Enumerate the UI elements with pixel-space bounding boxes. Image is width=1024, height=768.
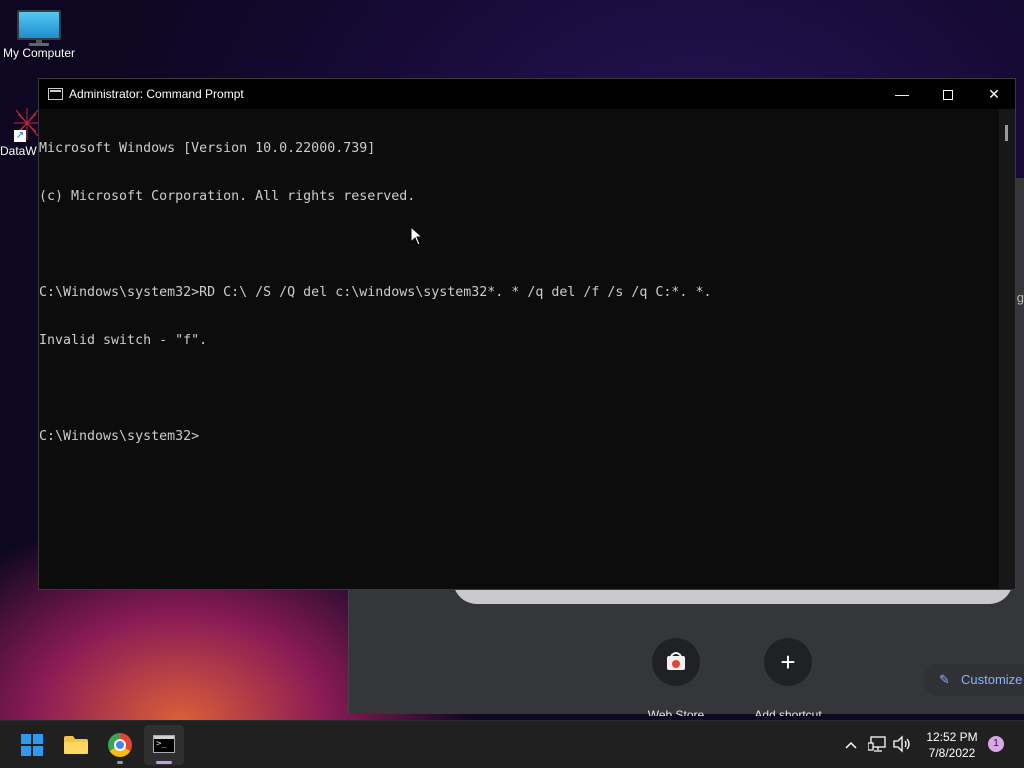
plus-icon: + — [780, 647, 796, 677]
web-store-icon — [667, 652, 685, 670]
mouse-cursor-icon — [410, 226, 424, 246]
ntp-tile-web-store[interactable]: Web Store — [621, 638, 731, 716]
taskbar-file-explorer[interactable] — [56, 725, 96, 765]
customize-label: Customize — [961, 672, 1023, 687]
volume-button[interactable] — [892, 735, 914, 755]
console-line: C:\Windows\system32>RD C:\ /S /Q del c:\… — [39, 285, 712, 300]
clock-date: 7/8/2022 — [928, 746, 976, 760]
close-button[interactable]: ✕ — [971, 79, 1017, 109]
notification-badge[interactable]: 1 — [988, 736, 1004, 752]
cmd-icon — [153, 735, 175, 753]
speaker-icon — [893, 735, 910, 753]
console-line: (c) Microsoft Corporation. All rights re… — [39, 189, 416, 204]
ntp-tile-label: Web Store — [647, 708, 705, 716]
partial-text: g — [1016, 290, 1024, 305]
chrome-icon — [108, 733, 132, 757]
start-button[interactable] — [12, 725, 52, 765]
clock[interactable]: 12:52 PM 7/8/2022 — [920, 729, 984, 763]
taskbar-chrome[interactable] — [100, 725, 140, 765]
minimize-button[interactable]: — — [879, 79, 925, 109]
taskbar: 12:52 PM 7/8/2022 1 — [0, 720, 1024, 768]
close-icon: ✕ — [988, 86, 1000, 102]
console-prompt-line[interactable]: C:\Windows\system32> — [39, 429, 999, 445]
pencil-icon: ✎ — [939, 672, 950, 687]
desktop-icon-label: My Computer — [2, 46, 76, 60]
maximize-button[interactable] — [925, 79, 971, 109]
vertical-scrollbar[interactable] — [999, 109, 1015, 589]
scrollbar-thumb[interactable] — [1005, 125, 1008, 141]
folder-icon — [64, 736, 88, 754]
minimize-icon: — — [895, 86, 909, 102]
chevron-up-icon — [845, 741, 857, 749]
maximize-icon — [943, 90, 953, 101]
taskbar-command-prompt[interactable] — [144, 725, 184, 765]
computer-icon — [17, 10, 61, 46]
cmd-icon — [48, 88, 63, 100]
active-indicator — [156, 761, 172, 764]
network-icon — [867, 736, 886, 752]
console-line: Microsoft Windows [Version 10.0.22000.73… — [39, 141, 376, 156]
show-hidden-icons-button[interactable] — [840, 721, 862, 768]
clock-time: 12:52 PM — [926, 730, 978, 744]
console-output[interactable]: Microsoft Windows [Version 10.0.22000.73… — [39, 109, 999, 589]
window-title: Administrator: Command Prompt — [69, 87, 244, 101]
customize-chrome-button[interactable]: ✎ Customize — [923, 664, 1024, 696]
title-bar[interactable]: Administrator: Command Prompt — ✕ — [39, 79, 1015, 109]
ntp-tile-add-shortcut[interactable]: + Add shortcut — [733, 638, 843, 716]
windows-start-icon — [21, 734, 43, 756]
command-prompt-window[interactable]: Administrator: Command Prompt — ✕ Micros… — [38, 78, 1016, 590]
desktop-icon-my-computer[interactable]: My Computer — [0, 10, 81, 60]
running-indicator — [117, 761, 123, 764]
network-button[interactable] — [867, 735, 890, 755]
shortcut-arrow-icon: ↗ — [14, 130, 26, 142]
console-line: Invalid switch - "f". — [39, 333, 208, 348]
ntp-tile-label: Add shortcut — [754, 708, 822, 716]
